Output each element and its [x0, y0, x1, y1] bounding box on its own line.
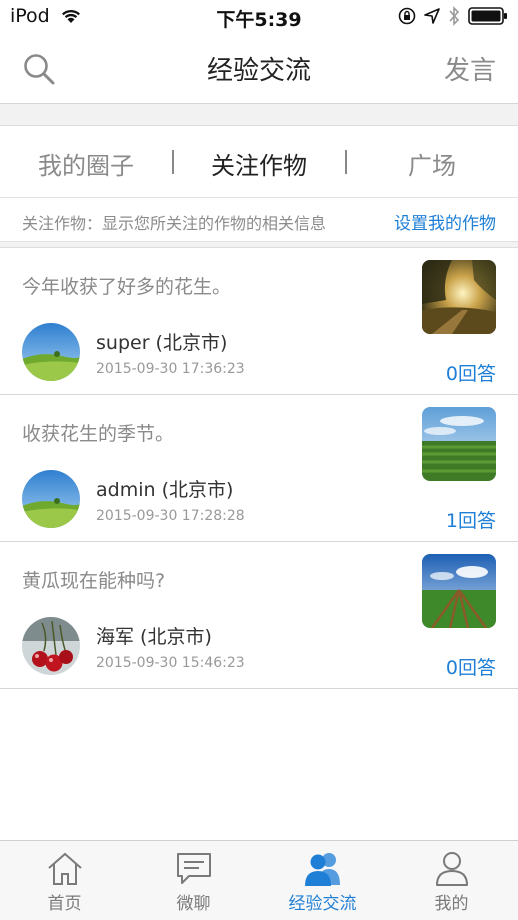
- post-button[interactable]: 发言: [444, 50, 496, 87]
- avatar[interactable]: [22, 470, 80, 528]
- user-name: admin (北京市): [96, 479, 234, 501]
- status-bar: iPod 下午5:39: [0, 0, 518, 34]
- home-icon: [46, 851, 84, 887]
- nav-bar: 经验交流 发言: [0, 34, 518, 104]
- answer-count[interactable]: 1回答: [446, 506, 496, 533]
- post-item[interactable]: 收获花生的季节。 admin (北京市) 2015-09-30 17:28:28…: [0, 395, 518, 542]
- answer-count[interactable]: 0回答: [446, 653, 496, 680]
- post-title[interactable]: 今年收获了好多的花生。: [22, 272, 231, 299]
- location-icon: [424, 8, 440, 28]
- post-time: 2015-09-30 15:46:23: [96, 655, 245, 671]
- section-divider: [0, 104, 518, 126]
- tab-followed-crops[interactable]: 关注作物: [173, 146, 345, 181]
- users-icon: [304, 851, 342, 887]
- user-name: super (北京市): [96, 332, 228, 354]
- avatar[interactable]: [22, 617, 80, 675]
- post-thumbnail[interactable]: [422, 554, 496, 628]
- tab-bar-label: 我的: [434, 894, 469, 914]
- rotation-lock-icon: [398, 7, 416, 29]
- segment-tabs: 我的圈子 关注作物 广场: [0, 126, 518, 198]
- tab-bar-label: 首页: [47, 894, 82, 914]
- tab-bar: 首页 微聊 经验交流 我的: [0, 840, 518, 920]
- post-title[interactable]: 收获花生的季节。: [22, 419, 174, 446]
- post-item[interactable]: 黄瓜现在能种吗? 海军 (北京市) 2015-09-30 15:46:23 0回…: [0, 542, 518, 689]
- post-thumbnail[interactable]: [422, 260, 496, 334]
- battery-icon: [468, 7, 508, 29]
- tab-square[interactable]: 广场: [346, 146, 518, 181]
- tab-bar-label: 微聊: [176, 894, 211, 914]
- person-icon: [433, 851, 471, 887]
- tab-bar-home[interactable]: 首页: [0, 841, 129, 920]
- post-time: 2015-09-30 17:36:23: [96, 361, 245, 377]
- answer-count[interactable]: 0回答: [446, 359, 496, 386]
- avatar[interactable]: [22, 323, 80, 381]
- chat-icon: [175, 851, 213, 887]
- tab-bar-experience[interactable]: 经验交流: [258, 841, 387, 920]
- user-name: 海军 (北京市): [96, 626, 212, 648]
- bluetooth-icon: [448, 6, 460, 30]
- post-time: 2015-09-30 17:28:28: [96, 508, 245, 524]
- tab-bar-label: 经验交流: [288, 894, 357, 914]
- info-text: 关注作物：显示您所关注的作物的相关信息: [22, 214, 327, 233]
- set-my-crops-link[interactable]: 设置我的作物: [394, 209, 496, 234]
- post-title[interactable]: 黄瓜现在能种吗?: [22, 566, 165, 593]
- info-bar: 关注作物：显示您所关注的作物的相关信息 设置我的作物: [0, 198, 518, 242]
- tab-bar-me[interactable]: 我的: [387, 841, 516, 920]
- post-thumbnail[interactable]: [422, 407, 496, 481]
- tab-bar-chat[interactable]: 微聊: [129, 841, 258, 920]
- tab-my-circle[interactable]: 我的圈子: [0, 146, 172, 181]
- page-title: 经验交流: [206, 56, 311, 86]
- post-item[interactable]: 今年收获了好多的花生。 super (北京市) 2015-09-30 17:36…: [0, 248, 518, 395]
- status-right-icons: [398, 6, 508, 30]
